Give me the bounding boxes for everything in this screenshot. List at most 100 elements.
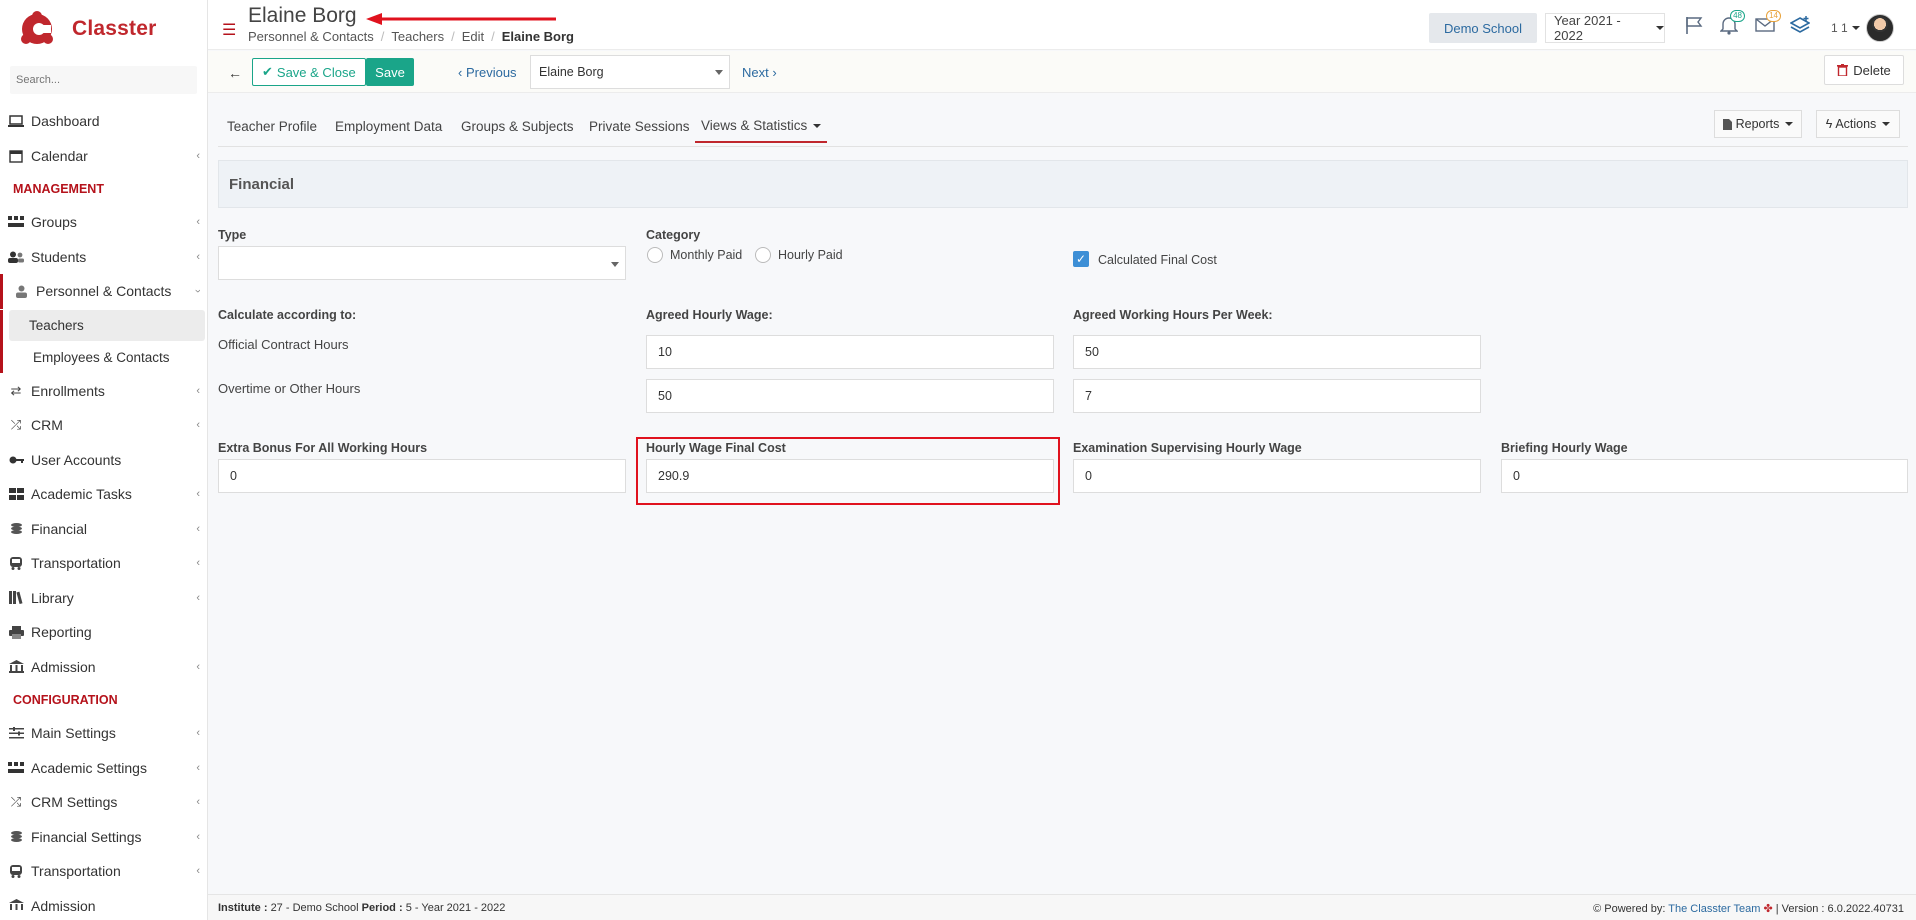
sidebar-item-label: Academic Settings — [31, 759, 147, 776]
print-icon — [7, 625, 25, 639]
sidebar-item-label: Transportation — [31, 555, 121, 572]
sidebar-item-reporting[interactable]: Reporting — [0, 615, 207, 650]
edit-toolbar: ← ✔ Save & Close Save ‹ Previous Elaine … — [208, 51, 1916, 93]
messages-button[interactable]: 14 — [1753, 10, 1781, 36]
agreed-hourly-wage-official-input[interactable]: 10 — [646, 335, 1054, 369]
sidebar-search[interactable] — [10, 66, 197, 94]
chevron-left-icon: ‹ — [458, 65, 463, 80]
actions-button[interactable]: ϟ Actions — [1816, 110, 1900, 138]
notifications-button[interactable]: 48 — [1717, 10, 1745, 36]
sidebar-item-enrollments[interactable]: ⇄ Enrollments ‹ — [0, 374, 207, 409]
sidebar-subitem-employees[interactable]: Employees & Contacts — [9, 342, 205, 373]
brand-name: Classter — [72, 17, 157, 40]
extra-bonus-input[interactable]: 0 — [218, 459, 626, 493]
user-tie-icon — [12, 284, 30, 298]
chevron-down-icon: ‹ — [192, 289, 205, 293]
sidebar-item-label: Dashboard — [31, 113, 100, 130]
user-menu[interactable]: 1 1 — [1831, 14, 1894, 42]
sidebar-item-personnel[interactable]: Personnel & Contacts ‹ — [0, 274, 207, 309]
exam-supervising-input[interactable]: 0 — [1073, 459, 1481, 493]
footer-powered: © Powered by: The Classter Team ✤ | Vers… — [1593, 902, 1904, 915]
layers-button[interactable] — [1788, 14, 1812, 36]
tab-teacher-profile[interactable]: Teacher Profile — [227, 119, 317, 134]
briefing-label: Briefing Hourly Wage — [1501, 441, 1628, 455]
back-arrow-icon[interactable]: ← — [228, 65, 242, 81]
sidebar-item-financial[interactable]: Financial ‹ — [0, 512, 207, 547]
trash-icon — [1837, 64, 1849, 76]
school-button[interactable]: Demo School — [1429, 13, 1537, 43]
breadcrumb-separator: / — [380, 29, 385, 44]
sidebar-item-user-accounts[interactable]: User Accounts — [0, 443, 207, 478]
sidebar-item-groups[interactable]: Groups ‹ — [0, 205, 207, 240]
agreed-hourly-wage-label: Agreed Hourly Wage: — [646, 308, 773, 322]
hourly-paid-radio[interactable] — [755, 247, 771, 263]
layers-icon — [1790, 16, 1810, 33]
sidebar-item-label: Admission — [31, 897, 96, 914]
tab-views-statistics[interactable]: Views & Statistics — [695, 118, 828, 143]
flag-button[interactable] — [1682, 14, 1706, 36]
sidebar-item-crm[interactable]: ⤮ CRM ‹ — [0, 408, 207, 443]
logo[interactable]: Classter — [0, 0, 207, 58]
person-select[interactable]: Elaine Borg — [530, 55, 730, 89]
institute-value: 27 - Demo School — [270, 902, 359, 914]
books-icon — [7, 591, 25, 605]
sidebar-item-academic-tasks[interactable]: Academic Tasks ‹ — [0, 477, 207, 512]
reports-button[interactable]: Reports — [1714, 110, 1802, 138]
sidebar-item-transportation[interactable]: Transportation ‹ — [0, 546, 207, 581]
avatar[interactable] — [1865, 14, 1894, 42]
monthly-paid-radio[interactable] — [647, 247, 663, 263]
year-select[interactable]: Year 2021 - 2022 — [1545, 13, 1665, 43]
messages-badge: 14 — [1766, 10, 1781, 22]
sidebar-item-students[interactable]: Students ‹ — [0, 240, 207, 275]
agreed-hourly-wage-overtime-input[interactable]: 50 — [646, 379, 1054, 413]
powered-link[interactable]: The Classter Team — [1668, 903, 1760, 915]
briefing-input[interactable]: 0 — [1501, 459, 1908, 493]
sidebar-item-crm-settings[interactable]: ⤮ CRM Settings ‹ — [0, 785, 207, 820]
sidebar-item-label: Financial Settings — [31, 828, 142, 845]
version-text: | Version : 6.0.2022.40731 — [1775, 903, 1904, 915]
previous-link[interactable]: ‹ Previous — [458, 65, 517, 80]
sidebar-item-transportation-settings[interactable]: Transportation ‹ — [0, 854, 207, 889]
type-select[interactable] — [218, 246, 626, 280]
tab-employment-data[interactable]: Employment Data — [335, 119, 442, 134]
save-button[interactable]: Save — [366, 58, 414, 86]
chevron-left-icon: ‹ — [196, 830, 200, 843]
extra-bonus-label: Extra Bonus For All Working Hours — [218, 441, 428, 455]
hamburger-menu-icon[interactable]: ☰ — [222, 20, 236, 40]
next-link[interactable]: Next › — [742, 65, 777, 80]
year-select-value: Year 2021 - 2022 — [1554, 13, 1621, 43]
agreed-hours-week-official-input[interactable]: 50 — [1073, 335, 1481, 369]
sidebar-item-calendar[interactable]: Calendar ‹ — [0, 139, 207, 174]
sidebar-item-dashboard[interactable]: Dashboard — [0, 104, 207, 139]
search-input[interactable] — [16, 74, 191, 86]
breadcrumb-personnel[interactable]: Personnel & Contacts — [248, 29, 374, 44]
sidebar-item-admission-settings[interactable]: Admission — [0, 889, 207, 920]
sidebar-item-label: Admission — [31, 658, 96, 675]
delete-label: Delete — [1853, 62, 1891, 78]
annotation-arrow-icon — [366, 13, 556, 25]
calculated-final-cost-label: Calculated Final Cost — [1098, 253, 1217, 267]
save-close-button[interactable]: ✔ Save & Close — [252, 58, 366, 86]
agreed-hours-week-overtime-input[interactable]: 7 — [1073, 379, 1481, 413]
sidebar-subitem-teachers[interactable]: Teachers — [9, 309, 205, 341]
tab-private-sessions[interactable]: Private Sessions — [589, 119, 690, 134]
calculated-final-cost-checkbox[interactable]: ✓ — [1073, 251, 1089, 267]
sidebar-item-financial-settings[interactable]: Financial Settings ‹ — [0, 820, 207, 855]
sidebar-item-label: Financial — [31, 520, 88, 537]
sidebar-item-academic-settings[interactable]: Academic Settings ‹ — [0, 751, 207, 786]
exam-supervising-label: Examination Supervising Hourly Wage — [1073, 441, 1302, 455]
agreed-hours-week-official-value: 50 — [1085, 345, 1099, 359]
sidebar-item-main-settings[interactable]: Main Settings ‹ — [0, 716, 207, 751]
grid-icon — [7, 487, 25, 501]
sidebar: Classter Dashboard Calendar ‹ MANAGEMENT… — [0, 0, 208, 920]
tab-groups-subjects[interactable]: Groups & Subjects — [461, 119, 574, 134]
delete-button[interactable]: Delete — [1824, 55, 1904, 85]
breadcrumb-edit[interactable]: Edit — [462, 29, 484, 44]
sidebar-item-label: Students — [31, 248, 87, 265]
chevron-right-icon: › — [772, 65, 777, 80]
sidebar-item-admission[interactable]: Admission ‹ — [0, 650, 207, 685]
institution-icon — [7, 660, 25, 674]
breadcrumb-teachers[interactable]: Teachers — [391, 29, 444, 44]
sidebar-item-library[interactable]: Library ‹ — [0, 581, 207, 616]
tab-bar: Teacher Profile Employment Data Groups &… — [218, 105, 1908, 147]
